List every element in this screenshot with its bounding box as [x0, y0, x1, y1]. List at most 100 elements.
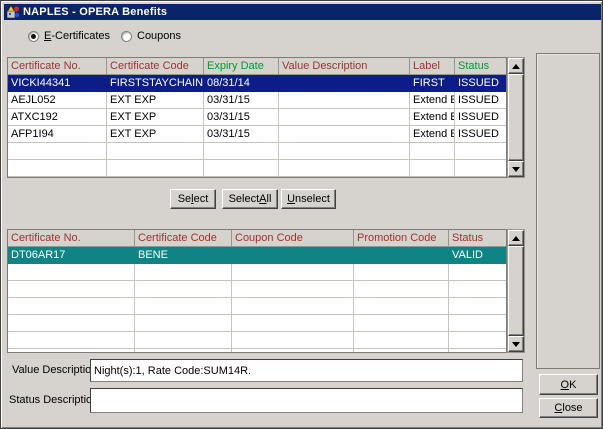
- table-cell: 08/31/14: [204, 75, 279, 92]
- select-all-button[interactable]: Select All: [222, 189, 278, 209]
- arrow-up-icon: [512, 64, 520, 69]
- table-cell: EXT EXP: [107, 126, 204, 143]
- table-cell: [449, 349, 507, 353]
- table-cell: ATXC192: [8, 109, 107, 126]
- table-cell: [410, 160, 455, 177]
- table-row[interactable]: [8, 349, 506, 353]
- table-row[interactable]: AFP1I94EXT EXP03/31/15 Extend ExpISSUED: [8, 126, 506, 143]
- table-cell: [135, 298, 232, 315]
- table-cell: [354, 315, 449, 332]
- table-cell: 03/31/15: [204, 126, 279, 143]
- table-cell: [279, 92, 410, 109]
- radio-coupons[interactable]: Coupons: [121, 30, 181, 42]
- status-description-field[interactable]: [90, 388, 523, 413]
- table-cell: ISSUED: [455, 126, 507, 143]
- table-cell: [135, 315, 232, 332]
- table-cell: [135, 349, 232, 353]
- table-cell: AFP1I94: [8, 126, 107, 143]
- column-header: Label: [410, 58, 455, 75]
- table-cell: VALID: [449, 247, 507, 264]
- arrow-down-icon: [512, 167, 520, 172]
- table-row[interactable]: [8, 315, 506, 332]
- table-cell: [354, 332, 449, 349]
- table-cell: Extend Exp: [410, 92, 455, 109]
- table-cell: [8, 264, 135, 281]
- table-cell: [135, 281, 232, 298]
- table-cell: EXT EXP: [107, 92, 204, 109]
- table-cell: [8, 315, 135, 332]
- column-header: Value Description: [279, 58, 410, 75]
- column-header: Certificate Code: [135, 230, 232, 247]
- table-row[interactable]: [8, 281, 506, 298]
- table-row[interactable]: [8, 264, 506, 281]
- scroll-thumb[interactable]: [508, 74, 524, 161]
- table-cell: [135, 332, 232, 349]
- table-cell: [279, 109, 410, 126]
- window-icon[interactable]: [6, 5, 20, 19]
- table-cell: ISSUED: [455, 75, 507, 92]
- table-cell: FIRSTSTAYCHAIN: [107, 75, 204, 92]
- table-cell: [135, 264, 232, 281]
- table-header-row: Certificate No.Certificate CodeExpiry Da…: [8, 58, 506, 75]
- column-header: Certificate Code: [107, 58, 204, 75]
- table-cell: ISSUED: [455, 92, 507, 109]
- status-description-label: Status Description: [9, 394, 98, 406]
- close-button[interactable]: Close: [539, 398, 598, 418]
- table-cell: [410, 143, 455, 160]
- table-row[interactable]: DT06AR17BENEVALID: [8, 247, 506, 264]
- table-row[interactable]: [8, 298, 506, 315]
- table-row[interactable]: [8, 332, 506, 349]
- table-row[interactable]: ATXC192EXT EXP03/31/15Extend ExpISSUED: [8, 109, 506, 126]
- table-cell: [279, 126, 410, 143]
- table-cell: [8, 281, 135, 298]
- column-header: Promotion Code: [354, 230, 449, 247]
- arrow-down-icon: [512, 342, 520, 347]
- table-cell: [204, 143, 279, 160]
- scroll-down-button[interactable]: [508, 336, 524, 352]
- table-cell: AEJL052: [8, 92, 107, 109]
- radio-e-certificates[interactable]: E-Certificates: [28, 30, 110, 42]
- titlebar[interactable]: NAPLES - OPERA Benefits: [4, 4, 601, 20]
- unselect-button[interactable]: Unselect: [281, 189, 336, 209]
- table-cell: [107, 143, 204, 160]
- table-cell: [279, 75, 410, 92]
- table-cell: [449, 281, 507, 298]
- scroll-up-button[interactable]: [508, 58, 524, 74]
- radio-button-icon: [28, 31, 39, 42]
- column-header: Certificate No.: [8, 58, 107, 75]
- table-cell: [449, 315, 507, 332]
- table-cell: [107, 160, 204, 177]
- opera-benefits-dialog: NAPLES - OPERA Benefits E-Certificates C…: [0, 0, 603, 429]
- arrow-up-icon: [512, 236, 520, 241]
- table-cell: [279, 143, 410, 160]
- certificates-table-scrollbar[interactable]: [507, 57, 525, 178]
- table-cell: [8, 160, 107, 177]
- table-cell: Extend Exp: [410, 126, 455, 143]
- table-row[interactable]: AEJL052EXT EXP03/31/15Extend ExpISSUED: [8, 92, 506, 109]
- table-row[interactable]: [8, 160, 506, 177]
- table-cell: [232, 298, 354, 315]
- scroll-thumb[interactable]: [508, 246, 524, 336]
- scroll-up-button[interactable]: [508, 230, 524, 246]
- select-button[interactable]: Select: [170, 189, 216, 209]
- table-cell: [232, 349, 354, 353]
- table-cell: [354, 247, 449, 264]
- table-cell: EXT EXP: [107, 109, 204, 126]
- table-cell: [204, 160, 279, 177]
- scroll-down-button[interactable]: [508, 161, 524, 177]
- table-cell: FIRST: [410, 75, 455, 92]
- table-cell: [279, 160, 410, 177]
- ok-button[interactable]: OK: [539, 374, 598, 395]
- table-row[interactable]: [8, 143, 506, 160]
- coupons-table-scrollbar[interactable]: [507, 229, 525, 353]
- column-header: Expiry Date: [204, 58, 279, 75]
- value-description-field[interactable]: [90, 359, 523, 382]
- table-cell: [455, 160, 507, 177]
- table-row[interactable]: VICKI44341FIRSTSTAYCHAIN08/31/14FIRSTISS…: [8, 75, 506, 92]
- column-header: Certificate No.: [8, 230, 135, 247]
- table-cell: [8, 143, 107, 160]
- table-cell: Extend Exp: [410, 109, 455, 126]
- column-header: Status: [455, 58, 507, 75]
- table-cell: [232, 247, 354, 264]
- table-cell: [354, 298, 449, 315]
